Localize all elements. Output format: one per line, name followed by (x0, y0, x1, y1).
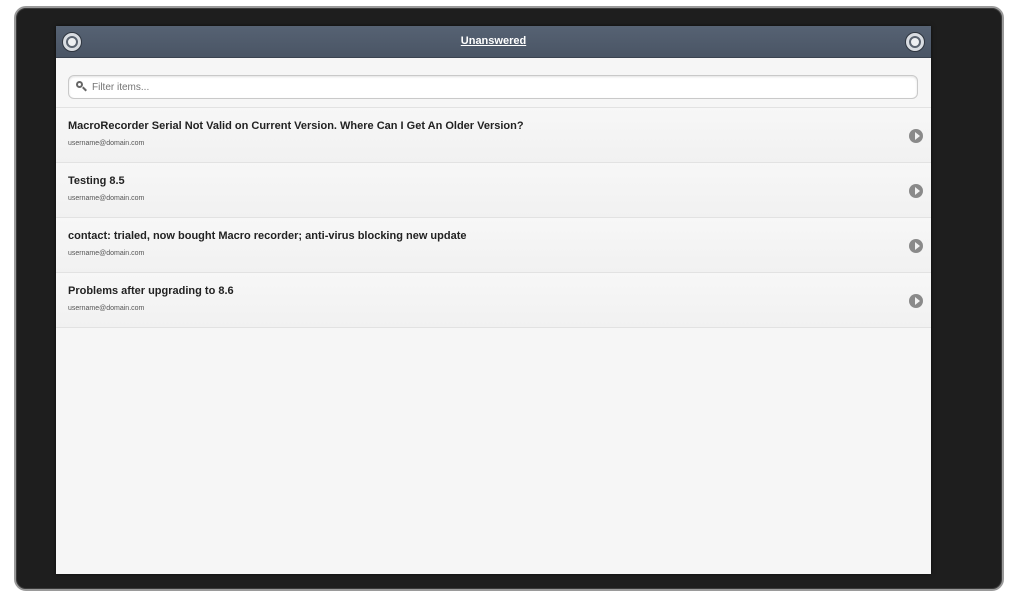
item-title: contact: trialed, now bought Macro recor… (68, 230, 467, 242)
item-email: username@domain.com (68, 305, 145, 312)
item-email: username@domain.com (68, 195, 145, 202)
filter-input[interactable] (92, 77, 892, 97)
list-item[interactable]: contact: trialed, now bought Macro recor… (56, 218, 931, 273)
refresh-icon[interactable] (905, 32, 925, 52)
app-screen: Unanswered MacroRecorder Serial Not Vali… (56, 26, 931, 574)
list-item[interactable]: Problems after upgrading to 8.6 username… (56, 273, 931, 328)
chevron-right-icon[interactable] (909, 129, 923, 143)
chevron-right-icon[interactable] (909, 239, 923, 253)
device-frame: Unanswered MacroRecorder Serial Not Vali… (14, 6, 1004, 591)
chevron-right-icon[interactable] (909, 184, 923, 198)
list-item[interactable]: MacroRecorder Serial Not Valid on Curren… (56, 108, 931, 163)
page-title[interactable]: Unanswered (56, 35, 931, 47)
list-item[interactable]: Testing 8.5 username@domain.com (56, 163, 931, 218)
question-list: MacroRecorder Serial Not Valid on Curren… (56, 107, 931, 328)
item-email: username@domain.com (68, 250, 145, 257)
item-title: Testing 8.5 (68, 175, 125, 187)
item-title: Problems after upgrading to 8.6 (68, 285, 234, 297)
filter-bar (68, 75, 918, 99)
chevron-right-icon[interactable] (909, 294, 923, 308)
header-bar: Unanswered (56, 26, 931, 58)
item-title: MacroRecorder Serial Not Valid on Curren… (68, 120, 524, 132)
search-icon (74, 78, 92, 96)
item-email: username@domain.com (68, 140, 145, 147)
